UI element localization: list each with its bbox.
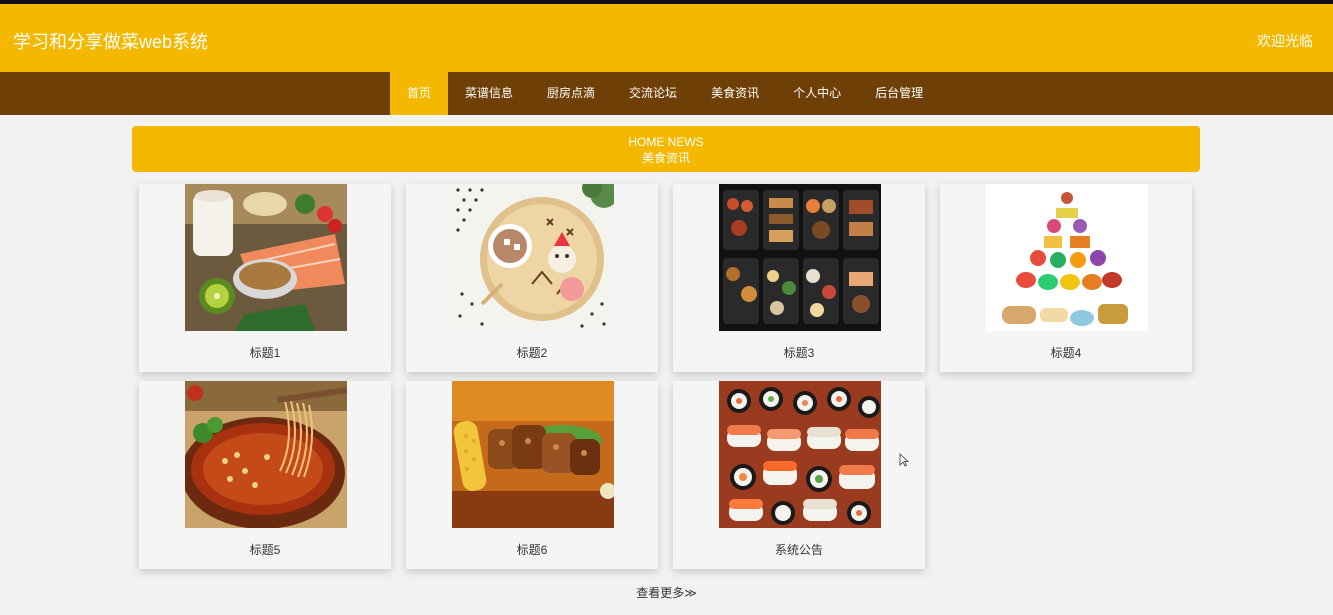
news-card[interactable]: 标题6 (406, 381, 658, 569)
healthy-ingredients-image (185, 184, 347, 331)
news-thumbnail[interactable] (185, 381, 347, 528)
news-thumbnail[interactable] (719, 184, 881, 331)
news-card-title[interactable]: 系统公告 (673, 541, 925, 558)
news-thumbnail[interactable] (719, 381, 881, 528)
news-card-title[interactable]: 标题1 (139, 344, 391, 361)
news-thumbnail[interactable] (185, 184, 347, 331)
news-card[interactable]: 标题2 (406, 184, 658, 372)
section-header: HOME NEWS 美食资讯 (132, 126, 1200, 172)
main-nav: 首页 菜谱信息 厨房点滴 交流论坛 美食资讯 个人中心 后台管理 (0, 72, 1333, 115)
nav-item-kitchen-notes[interactable]: 厨房点滴 (530, 72, 612, 115)
news-card[interactable]: 标题3 (673, 184, 925, 372)
food-pyramid-image (986, 184, 1148, 331)
nav-item-home[interactable]: 首页 (390, 72, 449, 115)
news-card-title[interactable]: 标题2 (406, 344, 658, 361)
news-card[interactable]: 系统公告 (673, 381, 925, 569)
spicy-noodles-image (185, 381, 347, 528)
grilled-chicken-image (452, 381, 614, 528)
news-thumbnail[interactable] (986, 184, 1148, 331)
news-card-title[interactable]: 标题5 (139, 541, 391, 558)
news-card-title[interactable]: 标题4 (940, 344, 1192, 361)
nav-item-recipes[interactable]: 菜谱信息 (448, 72, 530, 115)
nav-item-food-news[interactable]: 美食资讯 (694, 72, 776, 115)
nav-item-forum[interactable]: 交流论坛 (612, 72, 694, 115)
nav-item-admin[interactable]: 后台管理 (858, 72, 940, 115)
welcome-text: 欢迎光临 (1257, 33, 1313, 49)
cocoa-cookies-image (452, 184, 614, 331)
mouse-cursor-icon (899, 453, 909, 467)
view-more-link[interactable]: 查看更多≫ (0, 584, 1333, 601)
sushi-platter-image (719, 381, 881, 528)
news-thumbnail[interactable] (452, 381, 614, 528)
bento-boxes-image (719, 184, 881, 331)
section-title-cn: 美食资讯 (641, 151, 690, 165)
news-card-title[interactable]: 标题3 (673, 344, 925, 361)
news-card[interactable]: 标题5 (139, 381, 391, 569)
top-header: 学习和分享做菜web系统 欢迎光临 (0, 0, 1333, 72)
news-card[interactable]: 标题1 (139, 184, 391, 372)
news-card-title[interactable]: 标题6 (406, 541, 658, 558)
news-thumbnail[interactable] (452, 184, 614, 331)
news-card[interactable]: 标题4 (940, 184, 1192, 372)
site-title: 学习和分享做菜web系统 (13, 32, 209, 52)
section-title-en: HOME NEWS (628, 135, 704, 149)
nav-item-personal-center[interactable]: 个人中心 (776, 72, 858, 115)
